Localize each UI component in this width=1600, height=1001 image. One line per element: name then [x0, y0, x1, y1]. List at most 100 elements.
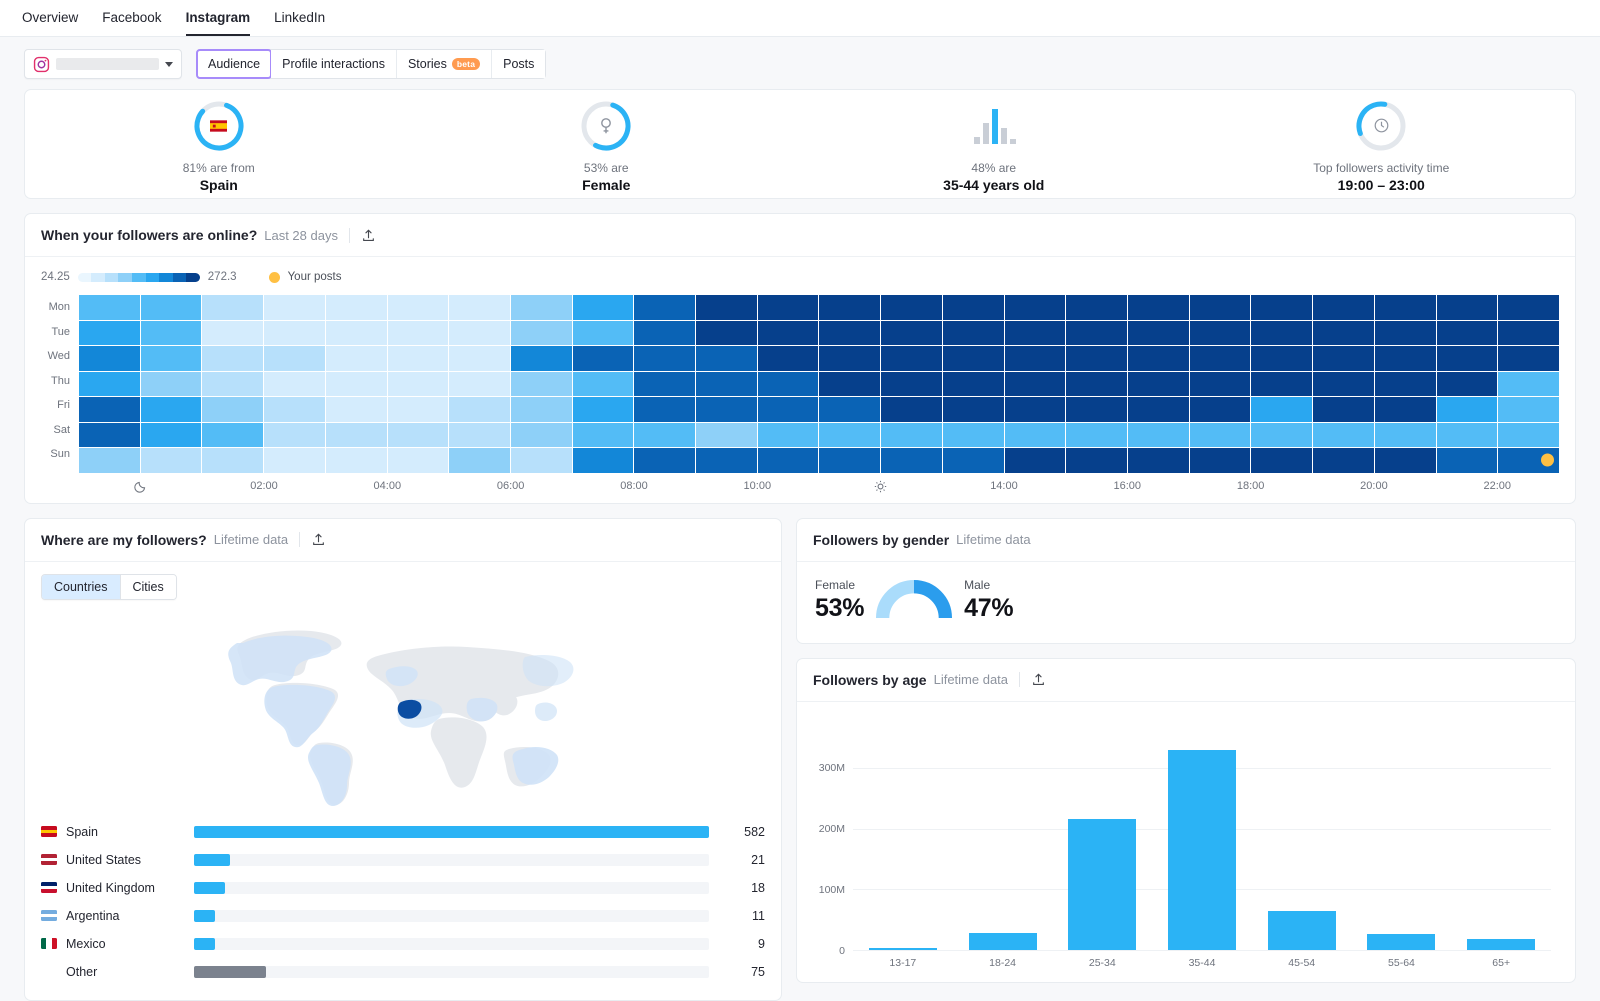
heatmap-cell[interactable] [881, 397, 942, 422]
tab-stories[interactable]: Stories beta [397, 50, 492, 78]
tab-profile-interactions[interactable]: Profile interactions [271, 50, 397, 78]
heatmap-cell[interactable] [1066, 321, 1127, 346]
heatmap-cell[interactable] [881, 448, 942, 473]
heatmap-cell[interactable] [326, 397, 387, 422]
heatmap-cell[interactable] [696, 423, 757, 448]
heatmap-cell[interactable] [1375, 346, 1436, 371]
age-bar[interactable] [1268, 911, 1336, 950]
heatmap-cell[interactable] [943, 295, 1004, 320]
heatmap-cell[interactable] [696, 321, 757, 346]
heatmap-cell[interactable] [1313, 321, 1374, 346]
heatmap-cell[interactable] [264, 346, 325, 371]
heatmap-cell[interactable] [1005, 321, 1066, 346]
heatmap-cell[interactable] [1498, 295, 1559, 320]
heatmap-cell[interactable] [141, 397, 202, 422]
toggle-countries[interactable]: Countries [42, 575, 121, 599]
heatmap-cell[interactable] [449, 321, 510, 346]
heatmap-cell[interactable] [202, 448, 263, 473]
heatmap-cell[interactable] [388, 448, 449, 473]
toggle-cities[interactable]: Cities [121, 575, 176, 599]
heatmap-cell[interactable] [79, 423, 140, 448]
heatmap-cell[interactable] [1190, 346, 1251, 371]
heatmap-cell[interactable] [1313, 448, 1374, 473]
heatmap-cell[interactable] [1313, 346, 1374, 371]
heatmap-cell[interactable] [264, 295, 325, 320]
heatmap-cell[interactable] [511, 295, 572, 320]
heatmap-cell[interactable] [819, 321, 880, 346]
heatmap-cell[interactable] [1128, 423, 1189, 448]
heatmap-cell[interactable] [388, 295, 449, 320]
heatmap-cell[interactable] [202, 423, 263, 448]
heatmap-cell[interactable] [1251, 321, 1312, 346]
heatmap-cell[interactable] [264, 448, 325, 473]
heatmap-cell[interactable] [326, 321, 387, 346]
nav-item-linkedin[interactable]: LinkedIn [274, 0, 325, 36]
heatmap-cell[interactable] [1066, 423, 1127, 448]
heatmap-cell[interactable] [1498, 423, 1559, 448]
heatmap-cell[interactable] [634, 295, 695, 320]
heatmap-cell[interactable] [449, 448, 510, 473]
heatmap-cell[interactable] [264, 321, 325, 346]
heatmap-cell[interactable] [449, 372, 510, 397]
heatmap-cell[interactable] [1437, 346, 1498, 371]
heatmap-cell[interactable] [264, 397, 325, 422]
heatmap-cell[interactable] [573, 423, 634, 448]
heatmap-cell[interactable] [573, 321, 634, 346]
heatmap-cell[interactable] [1066, 295, 1127, 320]
heatmap-cell[interactable] [634, 372, 695, 397]
heatmap-cell[interactable] [1005, 372, 1066, 397]
heatmap-cell[interactable] [758, 346, 819, 371]
heatmap-cell[interactable] [819, 423, 880, 448]
country-row[interactable]: United Kingdom18 [41, 874, 765, 902]
heatmap-cell[interactable] [1498, 346, 1559, 371]
heatmap-cell[interactable] [1498, 372, 1559, 397]
heatmap-cell[interactable] [1437, 423, 1498, 448]
heatmap-cell[interactable] [79, 372, 140, 397]
heatmap-cell[interactable] [634, 423, 695, 448]
heatmap-cell[interactable] [79, 321, 140, 346]
heatmap-cell[interactable] [1128, 295, 1189, 320]
heatmap-cell[interactable] [1190, 423, 1251, 448]
heatmap-cell[interactable] [943, 423, 1004, 448]
heatmap-cell[interactable] [1005, 346, 1066, 371]
heatmap-cell[interactable] [388, 372, 449, 397]
heatmap-cell[interactable] [758, 397, 819, 422]
heatmap-cell[interactable] [1005, 397, 1066, 422]
heatmap-cell[interactable] [388, 397, 449, 422]
export-icon[interactable] [1031, 672, 1046, 687]
heatmap-cell[interactable] [1190, 295, 1251, 320]
heatmap-cell[interactable] [1066, 372, 1127, 397]
heatmap-cell[interactable] [449, 346, 510, 371]
heatmap-cell[interactable] [326, 423, 387, 448]
heatmap-cell[interactable] [1005, 448, 1066, 473]
heatmap-cell[interactable] [326, 448, 387, 473]
heatmap-cell[interactable] [696, 397, 757, 422]
export-icon[interactable] [311, 532, 326, 547]
heatmap-cell[interactable] [819, 397, 880, 422]
heatmap-cell[interactable] [1128, 346, 1189, 371]
heatmap-cell[interactable] [1251, 397, 1312, 422]
heatmap-cell[interactable] [1190, 321, 1251, 346]
heatmap-cell[interactable] [79, 346, 140, 371]
heatmap-cell[interactable] [1190, 372, 1251, 397]
heatmap-cell[interactable] [1251, 372, 1312, 397]
heatmap-cell[interactable] [1005, 295, 1066, 320]
age-bar[interactable] [869, 948, 937, 949]
heatmap-cell[interactable] [1437, 448, 1498, 473]
heatmap-cell[interactable] [1437, 397, 1498, 422]
heatmap-cell[interactable] [758, 321, 819, 346]
export-icon[interactable] [361, 228, 376, 243]
heatmap-cell[interactable] [1251, 346, 1312, 371]
heatmap-cell[interactable] [141, 321, 202, 346]
heatmap-cell[interactable] [388, 321, 449, 346]
country-row[interactable]: Other75 [41, 958, 765, 986]
heatmap-cell[interactable] [326, 295, 387, 320]
heatmap-cell[interactable] [819, 372, 880, 397]
heatmap-cell[interactable] [696, 372, 757, 397]
heatmap-cell[interactable] [202, 397, 263, 422]
age-bar[interactable] [1068, 819, 1136, 950]
heatmap-cell[interactable] [202, 346, 263, 371]
heatmap-cell[interactable] [388, 423, 449, 448]
nav-item-overview[interactable]: Overview [22, 0, 78, 36]
heatmap-cell[interactable] [202, 295, 263, 320]
